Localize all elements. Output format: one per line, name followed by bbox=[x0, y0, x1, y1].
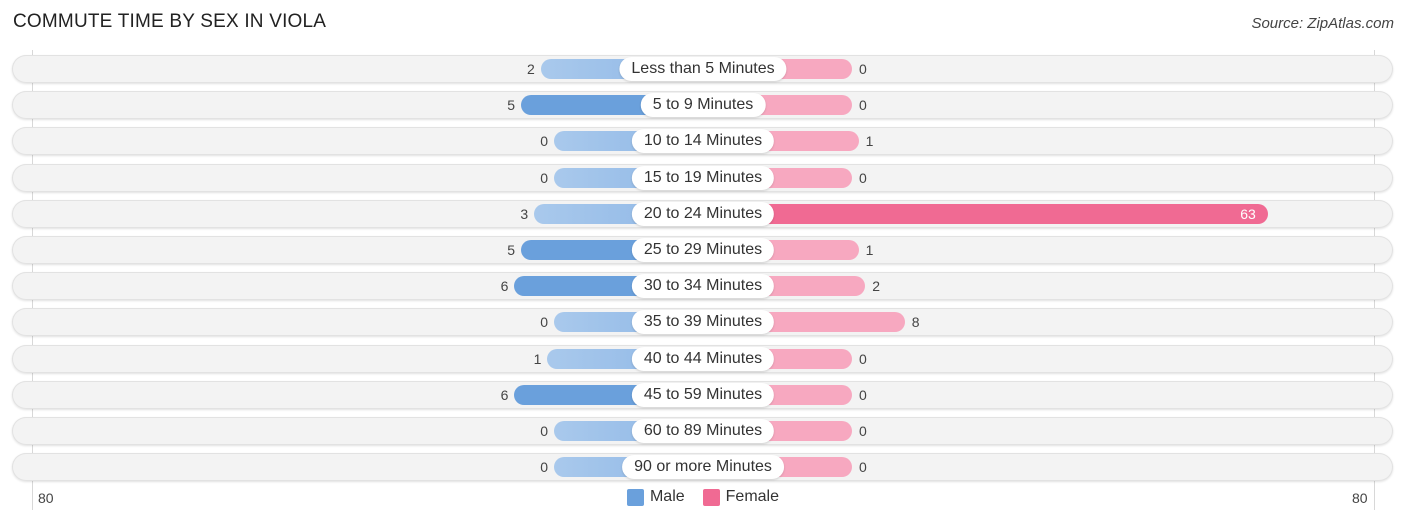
category-label: 5 to 9 Minutes bbox=[640, 93, 766, 117]
value-label-female: 1 bbox=[865, 242, 874, 258]
category-label: 20 to 24 Minutes bbox=[631, 202, 775, 226]
value-label-male: 6 bbox=[500, 387, 509, 403]
value-label-female: 0 bbox=[859, 170, 867, 186]
legend: Male Female bbox=[0, 488, 1406, 506]
bar-female[interactable] bbox=[703, 204, 1268, 224]
value-label-male: 5 bbox=[507, 97, 515, 113]
male-swatch-icon bbox=[626, 488, 644, 506]
chart-title: COMMUTE TIME BY SEX IN VIOLA bbox=[13, 11, 327, 32]
category-label: 90 or more Minutes bbox=[622, 455, 784, 479]
category-label: 30 to 34 Minutes bbox=[631, 274, 775, 298]
category-label: 60 to 89 Minutes bbox=[631, 419, 775, 443]
value-label-female: 2 bbox=[872, 278, 880, 294]
value-label-male: 1 bbox=[533, 351, 542, 367]
value-label-female: 0 bbox=[859, 459, 867, 475]
legend-label-male: Male bbox=[649, 488, 685, 505]
category-label: 35 to 39 Minutes bbox=[631, 310, 775, 334]
value-label-male: 2 bbox=[527, 61, 535, 77]
category-label: 10 to 14 Minutes bbox=[631, 129, 775, 153]
value-label-male: 0 bbox=[540, 423, 548, 439]
value-label-female: 0 bbox=[859, 61, 867, 77]
category-label: 45 to 59 Minutes bbox=[631, 383, 775, 407]
value-label-male: 5 bbox=[507, 242, 515, 258]
value-label-female: 63 bbox=[1240, 206, 1256, 222]
value-label-male: 0 bbox=[540, 170, 548, 186]
legend-label-female: Female bbox=[725, 488, 780, 505]
category-label: 15 to 19 Minutes bbox=[631, 166, 775, 190]
value-label-male: 0 bbox=[540, 314, 548, 330]
category-label: 40 to 44 Minutes bbox=[631, 347, 775, 371]
legend-item-male[interactable]: Male bbox=[626, 488, 685, 506]
category-label: Less than 5 Minutes bbox=[619, 57, 787, 81]
source-label: Source: ZipAtlas.com bbox=[1251, 15, 1394, 32]
female-swatch-icon bbox=[702, 488, 720, 506]
value-label-female: 8 bbox=[911, 314, 920, 330]
value-label-female: 0 bbox=[859, 423, 867, 439]
value-label-female: 0 bbox=[859, 387, 867, 403]
value-label-male: 0 bbox=[540, 459, 548, 475]
value-label-male: 3 bbox=[520, 206, 529, 222]
value-label-female: 0 bbox=[859, 97, 867, 113]
value-label-female: 0 bbox=[859, 351, 867, 367]
legend-item-female[interactable]: Female bbox=[702, 488, 780, 506]
value-label-male: 0 bbox=[540, 133, 548, 149]
value-label-female: 1 bbox=[865, 133, 874, 149]
category-label: 25 to 29 Minutes bbox=[631, 238, 775, 262]
value-label-male: 6 bbox=[500, 278, 509, 294]
